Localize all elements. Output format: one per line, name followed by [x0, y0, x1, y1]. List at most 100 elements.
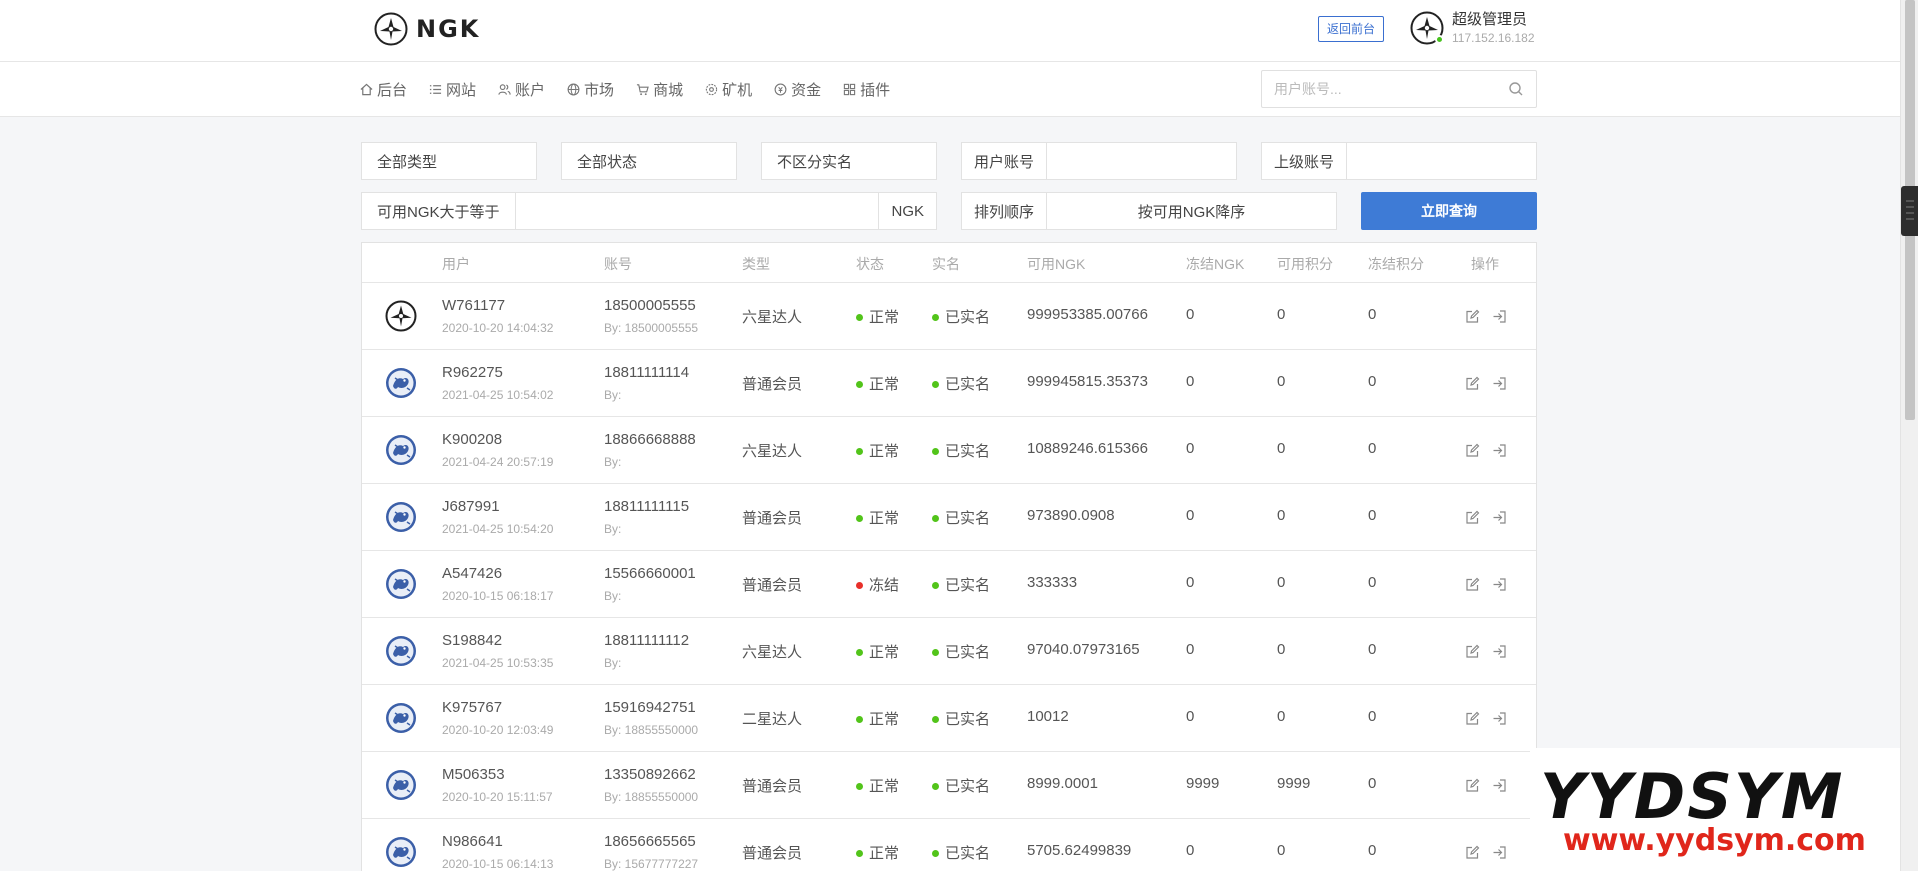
nav-item-market[interactable]: 市场: [567, 79, 614, 100]
frozen-points: 0: [1368, 373, 1377, 390]
user-account-search-input[interactable]: [1262, 71, 1508, 107]
available-ngk: 999953385.00766: [1027, 306, 1148, 323]
account-number: 18866668888: [604, 431, 696, 448]
available-ngk: 5705.62499839: [1027, 842, 1132, 859]
status-select[interactable]: 全部状态: [561, 142, 737, 180]
status-badge: 正常: [856, 775, 899, 796]
nav-item-label: 插件: [860, 82, 891, 99]
realname-dot-icon: [932, 782, 939, 790]
query-button[interactable]: 立即查询: [1361, 192, 1537, 230]
login-as-user-icon[interactable]: [1492, 510, 1507, 525]
nav-item-accounts[interactable]: 账户: [498, 79, 545, 100]
users-icon: [498, 84, 511, 95]
account-number: 18811111115: [604, 498, 690, 515]
nav-item-funds[interactable]: 资金: [774, 79, 821, 100]
user-profile[interactable]: 超级管理员 117.152.16.182: [1410, 10, 1535, 46]
dragon-avatar-icon: [386, 703, 416, 733]
realname-text: 已实名: [945, 711, 991, 728]
frozen-ngk: 0: [1186, 641, 1195, 658]
side-drawer-handle[interactable]: [1901, 186, 1918, 236]
sort-order-select[interactable]: 按可用NGK降序: [1047, 193, 1336, 229]
available-ngk: 999945815.35373: [1027, 373, 1148, 390]
nav-item-website[interactable]: 网站: [429, 79, 476, 100]
available-points: 0: [1277, 373, 1286, 390]
status-text: 正常: [869, 309, 900, 326]
nav-item-label: 市场: [584, 82, 615, 99]
status-dot-icon: [856, 782, 863, 790]
realname-dot-icon: [932, 313, 939, 321]
member-type: 普通会员: [742, 376, 803, 393]
back-to-frontend-button[interactable]: 返回前台: [1318, 16, 1385, 42]
realname-select[interactable]: 不区分实名: [761, 142, 937, 180]
user-registered-date: 2021-04-25 10:54:02: [442, 388, 554, 402]
user-account-field[interactable]: [1047, 143, 1236, 179]
nav-item-dashboard[interactable]: 后台: [360, 79, 407, 100]
login-as-user-icon[interactable]: [1492, 711, 1507, 726]
nav-item-plugins[interactable]: 插件: [843, 79, 890, 100]
edit-icon[interactable]: [1465, 711, 1480, 726]
user-id: S198842: [442, 632, 503, 649]
login-as-user-icon[interactable]: [1492, 577, 1507, 592]
login-as-user-icon[interactable]: [1492, 644, 1507, 659]
dragon-avatar-icon: [386, 368, 416, 398]
column-header-available-points: 可用积分: [1277, 256, 1333, 272]
list-icon: [429, 85, 442, 94]
realname-select-value: 不区分实名: [777, 153, 853, 171]
realname-badge: 已实名: [932, 507, 990, 528]
cart-icon: [636, 84, 649, 96]
column-header-realname: 实名: [932, 256, 960, 272]
status-badge: 冻结: [856, 574, 899, 595]
available-points: 0: [1277, 842, 1286, 859]
status-badge: 正常: [856, 842, 899, 863]
edit-icon[interactable]: [1465, 309, 1480, 324]
referrer-account: By:: [604, 388, 622, 402]
dragon-avatar-icon: [386, 770, 416, 800]
nav-item-miner[interactable]: 矿机: [705, 79, 752, 100]
edit-icon[interactable]: [1465, 443, 1480, 458]
realname-dot-icon: [932, 849, 939, 857]
column-header-frozen-points: 冻结积分: [1368, 256, 1424, 272]
avatar: [1410, 11, 1444, 45]
status-dot-icon: [856, 380, 863, 388]
column-header-actions: 操作: [1471, 256, 1499, 272]
login-as-user-icon[interactable]: [1492, 443, 1507, 458]
status-text: 正常: [869, 644, 900, 661]
type-select[interactable]: 全部类型: [361, 142, 537, 180]
ngk-min-field[interactable]: [516, 193, 879, 229]
login-as-user-icon[interactable]: [1492, 309, 1507, 324]
edit-icon[interactable]: [1465, 577, 1480, 592]
edit-icon[interactable]: [1465, 376, 1480, 391]
user-account-label: 用户账号: [962, 143, 1048, 179]
edit-icon[interactable]: [1465, 845, 1480, 860]
login-as-user-icon[interactable]: [1492, 376, 1507, 391]
user-registered-date: 2020-10-20 14:04:32: [442, 321, 554, 335]
login-as-user-icon[interactable]: [1492, 778, 1507, 793]
dragon-avatar-icon: [386, 502, 416, 532]
login-as-user-icon[interactable]: [1492, 845, 1507, 860]
dragon-avatar-icon: [386, 636, 416, 666]
realname-badge: 已实名: [932, 842, 990, 863]
parent-account-field[interactable]: [1347, 143, 1536, 179]
member-type: 普通会员: [742, 510, 803, 527]
brand-logo[interactable]: NGK: [374, 12, 480, 46]
frozen-ngk: 0: [1186, 507, 1195, 524]
status-text: 正常: [869, 376, 900, 393]
realname-badge: 已实名: [932, 641, 990, 662]
search-icon[interactable]: [1508, 81, 1524, 97]
nav-item-mall[interactable]: 商城: [636, 79, 683, 100]
column-header-available-ngk: 可用NGK: [1027, 256, 1086, 272]
coin-icon: [774, 83, 787, 96]
edit-icon[interactable]: [1465, 778, 1480, 793]
available-ngk: 97040.07973165: [1027, 641, 1140, 658]
table-row: K900208 2021-04-24 20:57:19 18866668888 By:…: [362, 417, 1536, 484]
frozen-points: 0: [1368, 574, 1377, 591]
watermark-url: www.yydsym.com: [1563, 823, 1866, 858]
status-badge: 正常: [856, 440, 899, 461]
sort-order-filter: 排列顺序 按可用NGK降序: [961, 192, 1337, 230]
column-header-user: 用户: [442, 256, 470, 272]
edit-icon[interactable]: [1465, 644, 1480, 659]
edit-icon[interactable]: [1465, 510, 1480, 525]
status-text: 正常: [869, 711, 900, 728]
page-scrollbar[interactable]: [1900, 0, 1918, 871]
user-ip: 117.152.16.182: [1452, 31, 1535, 45]
